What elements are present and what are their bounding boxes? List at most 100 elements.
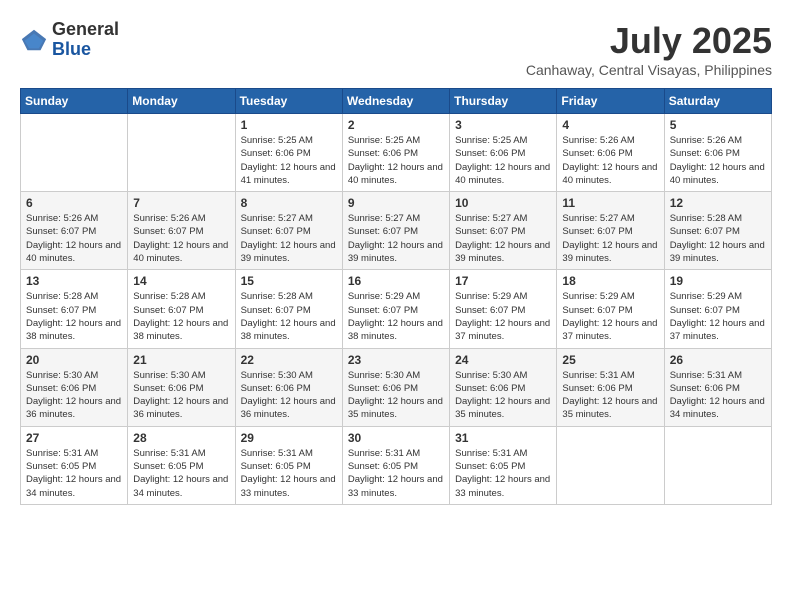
calendar-cell: 22Sunrise: 5:30 AM Sunset: 6:06 PM Dayli… [235,348,342,426]
calendar-cell: 4Sunrise: 5:26 AM Sunset: 6:06 PM Daylig… [557,114,664,192]
day-info: Sunrise: 5:26 AM Sunset: 6:07 PM Dayligh… [133,212,229,265]
calendar-cell: 12 Sunrise: 5:28 AM Sunset: 6:07 PM Dayli… [664,192,771,270]
day-number: 3 [455,118,551,132]
calendar-cell: 3 Sunrise: 5:25 AM Sunset: 6:06 PM Daylig… [450,114,557,192]
calendar-cell [557,426,664,504]
day-number: 17 [455,274,551,288]
calendar-cell: 29 Sunrise: 5:31 AM Sunset: 6:05 PM Dayli… [235,426,342,504]
calendar-day-header: Monday [128,89,235,114]
day-info: Sunrise: 5:26 AM Sunset: 6:06 PM Dayligh… [670,134,766,187]
calendar-cell: 10Sunrise: 5:27 AM Sunset: 6:07 PM Dayli… [450,192,557,270]
day-info: Sunrise: 5:28 AM Sunset: 6:07 PM Dayligh… [133,290,229,343]
day-info: Sunrise: 5:28 AM Sunset: 6:07 PM Dayligh… [241,290,337,343]
calendar-cell: 23Sunrise: 5:30 AM Sunset: 6:06 PM Dayli… [342,348,449,426]
day-number: 28 [133,431,229,445]
day-number: 8 [241,196,337,210]
calendar-cell: 25 Sunrise: 5:31 AM Sunset: 6:06 PM Dayli… [557,348,664,426]
calendar-day-header: Tuesday [235,89,342,114]
day-info: Sunrise: 5:31 AM Sunset: 6:05 PM Dayligh… [241,447,337,500]
day-info: Sunrise: 5:31 AM Sunset: 6:06 PM Dayligh… [562,369,658,422]
day-number: 18 [562,274,658,288]
day-info: Sunrise: 5:30 AM Sunset: 6:06 PM Dayligh… [26,369,122,422]
calendar-cell: 27 Sunrise: 5:31 AM Sunset: 6:05 PM Dayli… [21,426,128,504]
day-number: 13 [26,274,122,288]
page-header: General Blue July 2025 Canhaway, Central… [20,20,772,78]
day-number: 9 [348,196,444,210]
title-section: July 2025 Canhaway, Central Visayas, Phi… [526,20,772,78]
day-info: Sunrise: 5:29 AM Sunset: 6:07 PM Dayligh… [670,290,766,343]
day-info: Sunrise: 5:29 AM Sunset: 6:07 PM Dayligh… [348,290,444,343]
location-subtitle: Canhaway, Central Visayas, Philippines [526,62,772,78]
day-number: 20 [26,353,122,367]
day-number: 30 [348,431,444,445]
day-number: 1 [241,118,337,132]
logo: General Blue [20,20,119,60]
day-info: Sunrise: 5:31 AM Sunset: 6:05 PM Dayligh… [455,447,551,500]
calendar-week-row: 13 Sunrise: 5:28 AM Sunset: 6:07 PM Dayli… [21,270,772,348]
day-number: 15 [241,274,337,288]
calendar-cell: 26 Sunrise: 5:31 AM Sunset: 6:06 PM Dayli… [664,348,771,426]
day-number: 31 [455,431,551,445]
day-info: Sunrise: 5:31 AM Sunset: 6:05 PM Dayligh… [348,447,444,500]
day-number: 14 [133,274,229,288]
logo-blue: Blue [52,40,119,60]
day-number: 25 [562,353,658,367]
day-info: Sunrise: 5:25 AM Sunset: 6:06 PM Dayligh… [348,134,444,187]
day-number: 2 [348,118,444,132]
calendar-cell [128,114,235,192]
calendar-cell: 5 Sunrise: 5:26 AM Sunset: 6:06 PM Daylig… [664,114,771,192]
calendar-cell: 1 Sunrise: 5:25 AM Sunset: 6:06 PM Daylig… [235,114,342,192]
day-number: 5 [670,118,766,132]
day-number: 11 [562,196,658,210]
calendar-header-row: SundayMondayTuesdayWednesdayThursdayFrid… [21,89,772,114]
calendar-cell: 7 Sunrise: 5:26 AM Sunset: 6:07 PM Daylig… [128,192,235,270]
calendar-cell: 20 Sunrise: 5:30 AM Sunset: 6:06 PM Dayli… [21,348,128,426]
day-info: Sunrise: 5:27 AM Sunset: 6:07 PM Dayligh… [455,212,551,265]
day-info: Sunrise: 5:26 AM Sunset: 6:07 PM Dayligh… [26,212,122,265]
day-info: Sunrise: 5:31 AM Sunset: 6:05 PM Dayligh… [26,447,122,500]
calendar-cell: 24Sunrise: 5:30 AM Sunset: 6:06 PM Dayli… [450,348,557,426]
logo-text: General Blue [52,20,119,60]
day-number: 26 [670,353,766,367]
calendar-cell: 17 Sunrise: 5:29 AM Sunset: 6:07 PM Dayli… [450,270,557,348]
calendar-cell: 9 Sunrise: 5:27 AM Sunset: 6:07 PM Daylig… [342,192,449,270]
day-number: 12 [670,196,766,210]
calendar-cell: 14 Sunrise: 5:28 AM Sunset: 6:07 PM Dayli… [128,270,235,348]
day-number: 29 [241,431,337,445]
calendar-cell: 31 Sunrise: 5:31 AM Sunset: 6:05 PM Dayli… [450,426,557,504]
calendar-cell: 8 Sunrise: 5:27 AM Sunset: 6:07 PM Daylig… [235,192,342,270]
day-info: Sunrise: 5:28 AM Sunset: 6:07 PM Dayligh… [26,290,122,343]
calendar-week-row: 1 Sunrise: 5:25 AM Sunset: 6:06 PM Daylig… [21,114,772,192]
logo-general: General [52,20,119,40]
calendar-week-row: 6 Sunrise: 5:26 AM Sunset: 6:07 PM Daylig… [21,192,772,270]
calendar-week-row: 20 Sunrise: 5:30 AM Sunset: 6:06 PM Dayli… [21,348,772,426]
day-number: 27 [26,431,122,445]
logo-icon [20,26,48,54]
day-info: Sunrise: 5:27 AM Sunset: 6:07 PM Dayligh… [348,212,444,265]
day-info: Sunrise: 5:29 AM Sunset: 6:07 PM Dayligh… [455,290,551,343]
day-number: 7 [133,196,229,210]
day-info: Sunrise: 5:27 AM Sunset: 6:07 PM Dayligh… [241,212,337,265]
calendar-cell: 13 Sunrise: 5:28 AM Sunset: 6:07 PM Dayli… [21,270,128,348]
calendar-cell: 19Sunrise: 5:29 AM Sunset: 6:07 PM Dayli… [664,270,771,348]
day-info: Sunrise: 5:25 AM Sunset: 6:06 PM Dayligh… [455,134,551,187]
day-info: Sunrise: 5:31 AM Sunset: 6:05 PM Dayligh… [133,447,229,500]
calendar-cell: 16 Sunrise: 5:29 AM Sunset: 6:07 PM Dayli… [342,270,449,348]
calendar-day-header: Wednesday [342,89,449,114]
day-info: Sunrise: 5:28 AM Sunset: 6:07 PM Dayligh… [670,212,766,265]
calendar-week-row: 27 Sunrise: 5:31 AM Sunset: 6:05 PM Dayli… [21,426,772,504]
day-info: Sunrise: 5:27 AM Sunset: 6:07 PM Dayligh… [562,212,658,265]
calendar-cell: 2 Sunrise: 5:25 AM Sunset: 6:06 PM Daylig… [342,114,449,192]
calendar-day-header: Saturday [664,89,771,114]
day-info: Sunrise: 5:26 AM Sunset: 6:06 PM Dayligh… [562,134,658,187]
day-number: 16 [348,274,444,288]
day-info: Sunrise: 5:31 AM Sunset: 6:06 PM Dayligh… [670,369,766,422]
day-number: 6 [26,196,122,210]
calendar-cell: 6 Sunrise: 5:26 AM Sunset: 6:07 PM Daylig… [21,192,128,270]
calendar-cell: 21Sunrise: 5:30 AM Sunset: 6:06 PM Dayli… [128,348,235,426]
calendar-cell: 28 Sunrise: 5:31 AM Sunset: 6:05 PM Dayli… [128,426,235,504]
day-number: 22 [241,353,337,367]
day-info: Sunrise: 5:25 AM Sunset: 6:06 PM Dayligh… [241,134,337,187]
calendar-cell: 15 Sunrise: 5:28 AM Sunset: 6:07 PM Dayli… [235,270,342,348]
day-info: Sunrise: 5:30 AM Sunset: 6:06 PM Dayligh… [348,369,444,422]
